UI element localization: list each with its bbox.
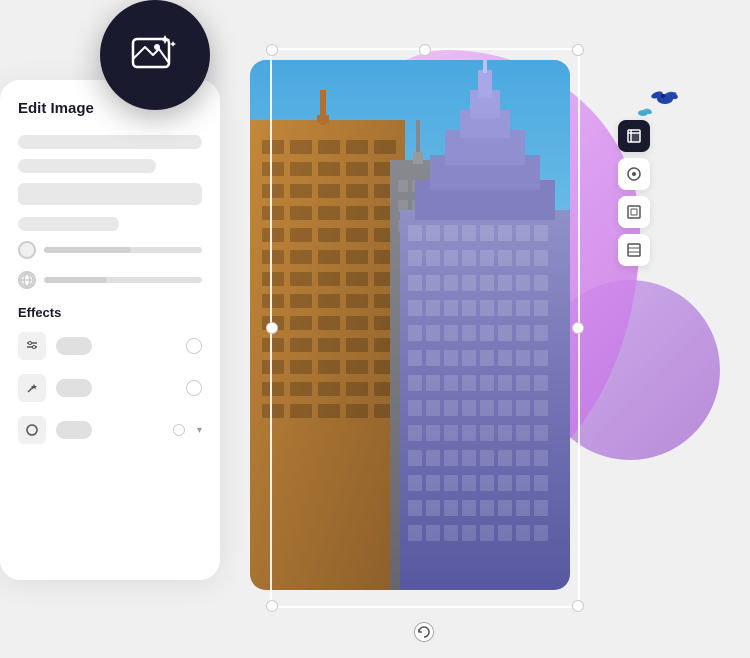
magic-circle [186, 380, 202, 396]
frame-icon [626, 204, 642, 220]
edit-image-icon [127, 27, 183, 83]
saturation-slider-row [18, 271, 202, 289]
crop-icon [626, 128, 642, 144]
adjustments-circle [186, 338, 202, 354]
filter-icon [626, 242, 642, 258]
globe-icon [20, 273, 34, 287]
audio-icon [626, 166, 642, 182]
bird-decoration [635, 80, 695, 130]
effects-label: Effects [18, 305, 202, 320]
magic-toggle[interactable] [56, 379, 92, 397]
handle-bottom-left[interactable] [266, 600, 278, 612]
bird-svg [635, 80, 695, 130]
adjustments-effect-row[interactable] [18, 332, 202, 360]
sliders-icon [25, 339, 39, 353]
vignette-icon [18, 416, 46, 444]
brightness-icon [18, 241, 36, 259]
vignette-effect-row[interactable]: ▾ [18, 416, 202, 444]
frame-tool-button[interactable] [618, 196, 650, 228]
edit-panel: Edit Image Effects [0, 80, 220, 580]
skeleton-bar [18, 183, 202, 205]
audio-tool-button[interactable] [618, 158, 650, 190]
magic-icon [18, 374, 46, 402]
saturation-icon [18, 271, 36, 289]
skeleton-row [18, 159, 156, 173]
skeleton-row [18, 135, 202, 149]
brightness-slider-row [18, 241, 202, 259]
vignette-svg-icon [25, 423, 39, 437]
brightness-fill [44, 247, 131, 253]
saturation-fill [44, 277, 107, 283]
saturation-track[interactable] [44, 277, 202, 283]
rotate-icon [417, 625, 431, 639]
vignette-toggle[interactable] [56, 421, 92, 439]
buildings-svg [250, 60, 570, 590]
vignette-circle [173, 424, 185, 436]
handle-top-left[interactable] [266, 44, 278, 56]
app-icon [100, 0, 210, 110]
right-toolbar [618, 120, 650, 266]
adjustments-icon [18, 332, 46, 360]
wand-icon [25, 381, 39, 395]
skeleton-row [18, 217, 119, 231]
main-image [250, 60, 570, 590]
filter-tool-button[interactable] [618, 234, 650, 266]
handle-top-right[interactable] [572, 44, 584, 56]
brightness-track[interactable] [44, 247, 202, 253]
magic-effect-row[interactable] [18, 374, 202, 402]
rotate-handle[interactable] [414, 622, 434, 642]
building-background [250, 60, 570, 590]
handle-bottom-right[interactable] [572, 600, 584, 612]
vignette-chevron: ▾ [197, 425, 202, 436]
adjustments-toggle[interactable] [56, 337, 92, 355]
